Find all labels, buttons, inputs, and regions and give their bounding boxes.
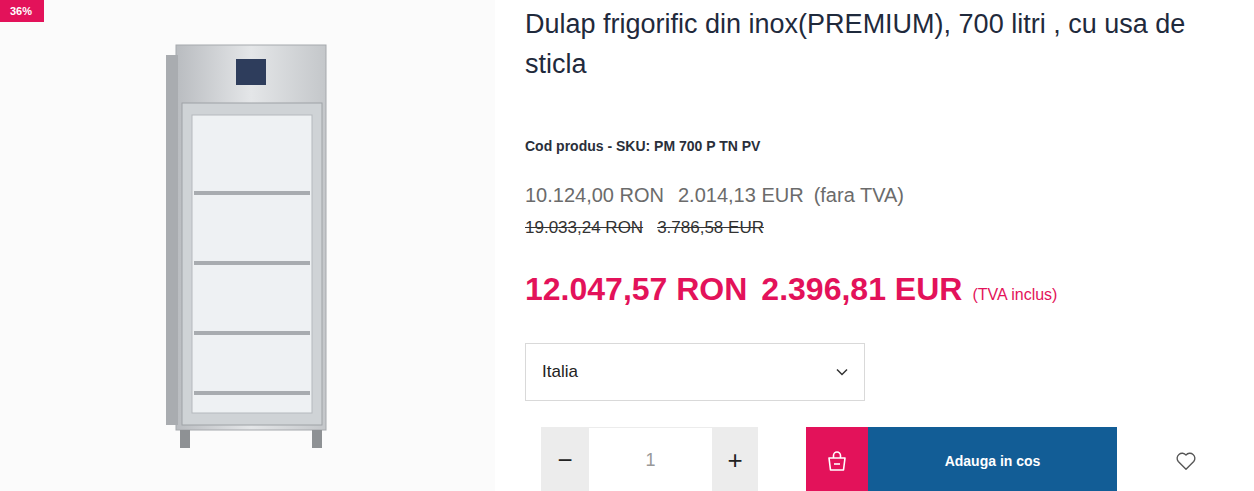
cart-icon-box: [806, 427, 868, 491]
heart-icon: [1175, 451, 1197, 471]
product-page: 36% Dulap frigorific din inox(PREMIUM), 7…: [0, 0, 1254, 491]
shopping-bag-icon: [825, 449, 849, 473]
add-to-cart-button[interactable]: Adauga in cos: [806, 427, 1117, 491]
add-to-cart-label: Adauga in cos: [868, 427, 1117, 491]
product-gallery: 36%: [0, 0, 495, 491]
increase-button[interactable]: +: [712, 427, 758, 491]
gross-price: 12.047,57 RON2.396,81 EUR(TVA inclus): [525, 269, 1254, 315]
action-row: −1+ Adauga in cos: [525, 427, 1254, 491]
origin-select[interactable]: Italia: [525, 343, 865, 401]
discount-badge: 36%: [0, 0, 44, 22]
old-price: 19.033,24 RON3.786,58 EUR: [525, 217, 1254, 239]
quantity-input[interactable]: 1: [589, 427, 712, 491]
product-image: [158, 41, 338, 451]
product-title: Dulap frigorific din inox(PREMIUM), 700 …: [525, 4, 1240, 84]
product-sku: Cod produs - SKU: PM 700 P TN PV: [525, 137, 1254, 155]
product-info: Dulap frigorific din inox(PREMIUM), 700 …: [495, 0, 1254, 491]
wishlist-button[interactable]: [1175, 451, 1197, 471]
chevron-down-icon: [836, 368, 848, 376]
net-price: 10.124,00 RON2.014,13 EUR(fara TVA): [525, 183, 1254, 207]
decrease-button[interactable]: −: [541, 427, 589, 491]
quantity-stepper: −1+: [541, 427, 758, 491]
